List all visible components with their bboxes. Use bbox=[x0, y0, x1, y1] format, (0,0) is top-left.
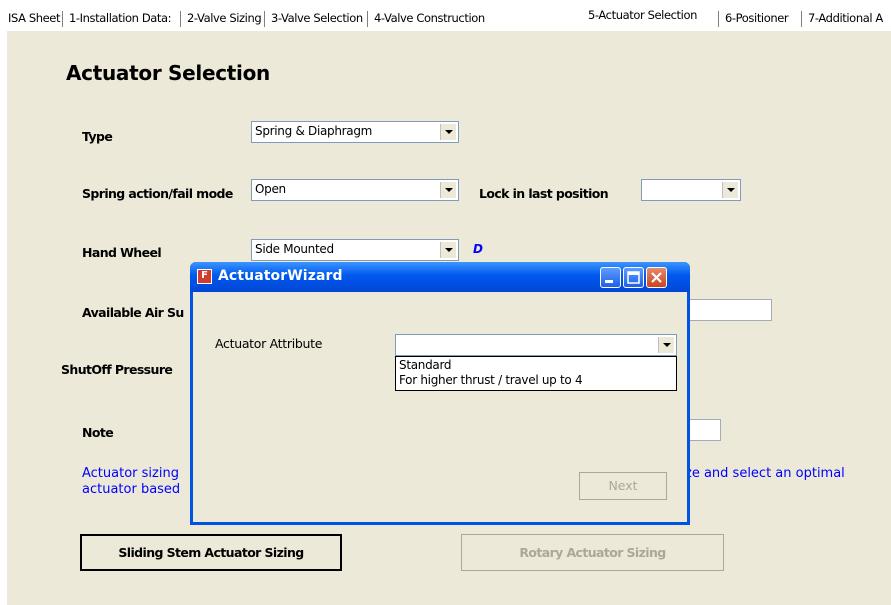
handwheel-label: Hand Wheel bbox=[82, 245, 162, 260]
type-label: Type bbox=[82, 129, 113, 144]
tab-separator bbox=[62, 11, 63, 27]
page-title: Actuator Selection bbox=[66, 61, 270, 85]
maximize-icon bbox=[627, 271, 640, 284]
handwheel-link[interactable]: D bbox=[473, 242, 483, 256]
tab-actuator-selection[interactable]: 5-Actuator Selection bbox=[584, 5, 701, 31]
next-button[interactable]: Next bbox=[579, 472, 667, 500]
info-text-line1-end: ze and select an optimal bbox=[685, 466, 845, 481]
spring-action-label: Spring action/fail mode bbox=[82, 186, 233, 201]
note-input[interactable] bbox=[687, 419, 721, 441]
tab-positioner[interactable]: 6-Positioner bbox=[721, 8, 792, 30]
actuator-attribute-select[interactable] bbox=[395, 334, 677, 356]
tab-valve-sizing[interactable]: 2-Valve Sizing bbox=[183, 8, 265, 30]
minimize-button[interactable] bbox=[600, 267, 621, 288]
chevron-down-icon[interactable] bbox=[440, 182, 456, 198]
rotary-actuator-sizing-button[interactable]: Rotary Actuator Sizing bbox=[461, 534, 724, 571]
dialog-title: ActuatorWizard bbox=[218, 268, 343, 284]
minimize-icon bbox=[605, 280, 613, 283]
shutoff-pressure-label: ShutOff Pressure bbox=[61, 362, 173, 377]
chevron-down-icon[interactable] bbox=[722, 182, 738, 198]
dropdown-option-higher-thrust[interactable]: For higher thrust / travel up to 4 bbox=[399, 373, 583, 387]
type-select[interactable]: Spring & Diaphragm bbox=[251, 121, 459, 143]
tab-separator bbox=[180, 11, 181, 27]
tab-valve-selection[interactable]: 3-Valve Selection bbox=[267, 8, 367, 30]
handwheel-select[interactable]: Side Mounted bbox=[251, 239, 459, 261]
note-label: Note bbox=[82, 425, 114, 440]
spring-action-select-value: Open bbox=[255, 182, 286, 196]
chevron-down-icon[interactable] bbox=[658, 337, 674, 353]
maximize-button[interactable] bbox=[623, 267, 644, 288]
close-button[interactable] bbox=[646, 267, 667, 288]
app-icon: F bbox=[197, 269, 212, 284]
type-select-value: Spring & Diaphragm bbox=[255, 124, 373, 138]
dialog-body: Actuator Attribute Standard For higher t… bbox=[193, 292, 687, 522]
tab-separator bbox=[264, 11, 265, 27]
actuator-wizard-dialog: F ActuatorWizard Actuator Attribute Stan… bbox=[190, 262, 690, 525]
tab-separator bbox=[718, 11, 719, 27]
lock-position-label: Lock in last position bbox=[479, 186, 609, 201]
spring-action-select[interactable]: Open bbox=[251, 179, 459, 201]
tab-isa-sheet[interactable]: ISA Sheet bbox=[4, 8, 64, 30]
info-text-line1-start: Actuator sizing bbox=[82, 466, 179, 481]
available-air-label: Available Air Su bbox=[82, 305, 184, 320]
handwheel-select-value: Side Mounted bbox=[255, 242, 334, 256]
tab-strip: ISA Sheet 1-Installation Data: 2-Valve S… bbox=[0, 0, 891, 30]
chevron-down-icon[interactable] bbox=[440, 124, 456, 140]
sliding-stem-actuator-sizing-button[interactable]: Sliding Stem Actuator Sizing bbox=[80, 534, 342, 571]
actuator-attribute-label: Actuator Attribute bbox=[215, 336, 323, 351]
chevron-down-icon[interactable] bbox=[440, 242, 456, 258]
dialog-titlebar[interactable]: F ActuatorWizard bbox=[190, 262, 690, 292]
tab-valve-construction[interactable]: 4-Valve Construction bbox=[370, 8, 489, 30]
tab-additional[interactable]: 7-Additional A bbox=[804, 8, 887, 30]
actuator-attribute-dropdown-list: Standard For higher thrust / travel up t… bbox=[395, 356, 677, 391]
dropdown-option-standard[interactable]: Standard bbox=[399, 358, 452, 372]
available-air-input[interactable] bbox=[687, 299, 772, 321]
tab-separator bbox=[367, 11, 368, 27]
lock-position-select[interactable] bbox=[641, 179, 741, 201]
tab-installation-data[interactable]: 1-Installation Data: bbox=[65, 8, 175, 30]
close-icon bbox=[651, 272, 662, 283]
tab-separator bbox=[801, 11, 802, 27]
info-text-line2-start: actuator based bbox=[82, 482, 181, 497]
